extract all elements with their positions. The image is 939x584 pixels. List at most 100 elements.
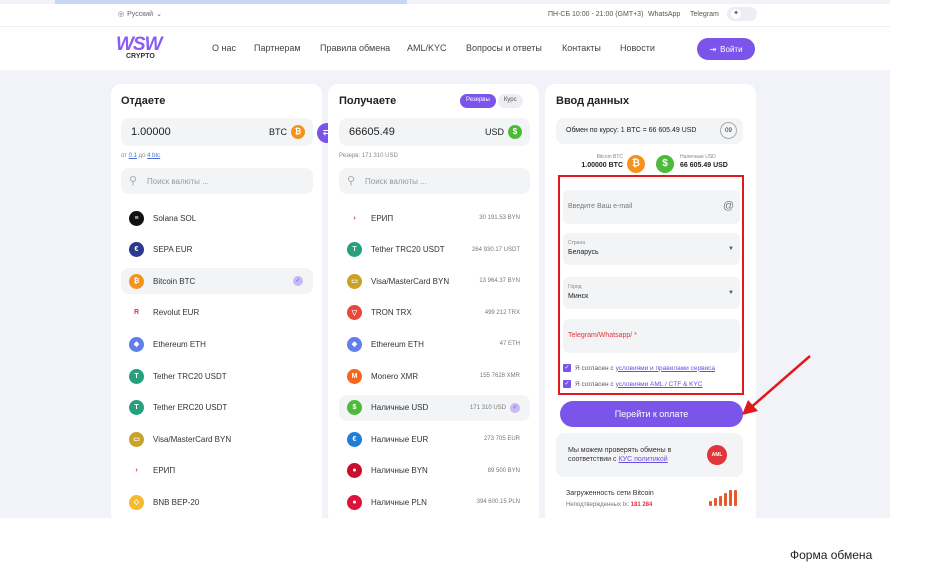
currency-icon: ● <box>347 463 362 479</box>
summary-get-label: Наличные USD <box>680 154 716 160</box>
sun-icon: ✦ <box>731 9 741 19</box>
aml-link[interactable]: условиями AML / CTF & KYC <box>616 381 703 388</box>
currency-name: Наличные EUR <box>371 434 429 444</box>
network-load-title: Загруженность сети Bitcoin <box>566 490 654 497</box>
nav-rules[interactable]: Правила обмена <box>320 43 390 53</box>
currency-icon: T <box>129 368 144 384</box>
receive-currency-item[interactable]: $ Наличные USD 171 310 USD ✓ <box>339 394 530 421</box>
currency-name: ЕРИП <box>153 466 176 476</box>
nav-partners[interactable]: Партнерам <box>254 43 301 53</box>
currency-name: Tether TRC20 USDT <box>153 371 227 381</box>
email-field[interactable]: Введите Ваш e-mail @ <box>563 190 740 224</box>
currency-name: Revolut EUR <box>153 308 200 318</box>
selected-check-icon: ✓ <box>293 276 303 287</box>
currency-icon: T <box>129 400 144 416</box>
language-label: Русский <box>127 10 154 18</box>
give-amount-input[interactable]: 1.00000 BTC ₿ <box>121 118 313 146</box>
receive-title: Получаете <box>339 95 397 107</box>
aml-notice: Мы можем проверять обмены в соответствии… <box>556 433 743 477</box>
give-currency-item[interactable]: ≡ Solana SOL <box>121 205 313 231</box>
country-select[interactable]: Страна Беларусь ▼ <box>563 233 740 265</box>
currency-name: Наличные BYN <box>371 466 428 476</box>
currency-reserve: 47 ETH <box>499 341 520 348</box>
give-currency-item[interactable]: ◆ Ethereum ETH <box>121 331 313 357</box>
logo[interactable]: WSW CRYPTO <box>116 34 163 60</box>
checkbox-checked-icon[interactable]: ✓ <box>563 364 571 372</box>
red-arrow <box>742 355 811 415</box>
receive-currency-item[interactable]: ● Наличные PLN 394 600.15 PLN <box>339 489 530 515</box>
currency-icon: ◆ <box>129 336 144 352</box>
city-value: Минск <box>568 293 589 300</box>
checkbox-checked-icon[interactable]: ✓ <box>563 380 571 388</box>
receive-search-input[interactable]: ⚲ Поиск валюты ... <box>339 168 530 194</box>
give-currency-item[interactable]: € SEPA EUR <box>121 237 313 263</box>
country-value: Беларусь <box>568 249 599 256</box>
top-bar: ◎ Русский ⌄ ПН-СБ 10:00 - 21:00 (GMT+3) … <box>0 4 890 26</box>
give-currency-item[interactable]: T Tether ERC20 USDT <box>121 395 313 421</box>
give-title: Отдаете <box>121 95 166 107</box>
give-currency-item[interactable]: ◇ BNB BEP-20 <box>121 489 313 515</box>
receive-amount-input[interactable]: 66605.49 USD $ <box>339 118 530 146</box>
agree-aml[interactable]: ✓ Я согласен с условиями AML / CTF & KYC <box>563 380 703 388</box>
receive-search-placeholder: Поиск валюты ... <box>365 177 427 186</box>
receive-currency-item[interactable]: ▭ Visa/MasterCard BYN 13 964.37 BYN <box>339 268 530 294</box>
pay-button[interactable]: Перейти к оплате <box>560 401 743 427</box>
nav-news[interactable]: Новости <box>620 43 655 53</box>
theme-toggle[interactable]: ✦ <box>727 7 757 21</box>
nav-faq[interactable]: Вопросы и ответы <box>466 43 542 53</box>
city-label: Город <box>568 284 582 290</box>
network-load-info: Неподтвержденных tx: 181 284 <box>566 502 653 508</box>
receive-currency-item[interactable]: € Наличные EUR 273 705 EUR <box>339 426 530 452</box>
agree-terms-text: Я согласен с <box>575 364 614 372</box>
currency-reserve: 30 191.53 BYN <box>479 215 520 221</box>
give-currency-item[interactable]: R Revolut EUR <box>121 300 313 326</box>
give-currency: BTC <box>269 127 287 137</box>
rate-box: Обмен по курсу: 1 BTC = 66 605.49 USD 09 <box>556 118 743 144</box>
currency-name: Bitcoin BTC <box>153 276 196 286</box>
currency-icon: ◆ <box>347 336 362 352</box>
receive-currency-item[interactable]: ▽ TRON TRX 499 212 TRX <box>339 300 530 326</box>
currency-reserve: 89 500 BYN <box>487 467 520 474</box>
tab-reserves[interactable]: Резервы <box>460 94 496 108</box>
give-currency-item[interactable]: T Tether TRC20 USDT <box>121 363 313 389</box>
agree-terms[interactable]: ✓ Я согласен с условиями и правилами сер… <box>563 364 715 372</box>
receive-currency-item[interactable]: › ЕРИП 30 191.53 BYN <box>339 205 530 231</box>
exchange-page: ◎ Русский ⌄ ПН-СБ 10:00 - 21:00 (GMT+3) … <box>0 0 890 518</box>
tab-rate[interactable]: Курс <box>497 94 523 108</box>
nav-contacts[interactable]: Контакты <box>562 43 601 53</box>
nav-aml[interactable]: AML/KYC <box>407 43 447 53</box>
receive-currency-item[interactable]: ◆ Ethereum ETH 47 ETH <box>339 331 530 357</box>
currency-icon: $ <box>347 400 362 416</box>
email-placeholder: Введите Ваш e-mail <box>568 203 633 210</box>
receive-currency-item[interactable]: T Tether TRC20 USDT 264 930.17 USDT <box>339 237 530 263</box>
summary-give-label: Bitcoin BTC <box>596 154 623 160</box>
receive-currency-item[interactable]: M Monero XMR 155 7628 XMR <box>339 363 530 389</box>
agree-aml-text: Я согласен с <box>575 380 614 388</box>
give-currency-item[interactable]: ▭ Visa/MasterCard BYN <box>121 426 313 452</box>
rate-text: Обмен по курсу: 1 BTC = 66 605.49 USD <box>566 127 697 134</box>
whatsapp-link[interactable]: WhatsApp <box>648 11 680 18</box>
give-currency-item[interactable]: › ЕРИП <box>121 458 313 484</box>
city-select[interactable]: Город Минск ▼ <box>563 277 740 309</box>
give-currency-item[interactable]: ₿ Bitcoin BTC ✓ <box>121 268 313 295</box>
figure-caption: Форма обмена <box>790 548 873 562</box>
language-selector[interactable]: ◎ Русский ⌄ <box>118 10 162 19</box>
telegram-link[interactable]: Telegram <box>690 11 719 18</box>
currency-name: ЕРИП <box>371 213 394 223</box>
login-button[interactable]: ⇥ Войти <box>697 38 755 60</box>
receive-currency-item[interactable]: ● Наличные BYN 89 500 BYN <box>339 458 530 484</box>
nav-about[interactable]: О нас <box>212 43 236 53</box>
currency-name: SEPA EUR <box>153 245 193 255</box>
currency-reserve: 155 7628 XMR <box>479 373 520 379</box>
kyc-policy-link[interactable]: КУС политикой <box>619 456 668 463</box>
telegram-field[interactable]: Telegram/Whatsapp/ * <box>563 319 740 353</box>
currency-icon: ● <box>347 494 362 510</box>
currency-icon: › <box>129 463 144 479</box>
rate-timer: 09 <box>720 122 737 139</box>
give-search-input[interactable]: ⚲ Поиск валюты ... <box>121 168 313 194</box>
terms-link[interactable]: условиями и правилами сервиса <box>616 365 715 372</box>
currency-icon: € <box>129 242 144 258</box>
currency-icon: ≡ <box>129 210 144 226</box>
telegram-placeholder: Telegram/Whatsapp/ * <box>568 332 637 339</box>
currency-name: Monero XMR <box>371 371 419 381</box>
